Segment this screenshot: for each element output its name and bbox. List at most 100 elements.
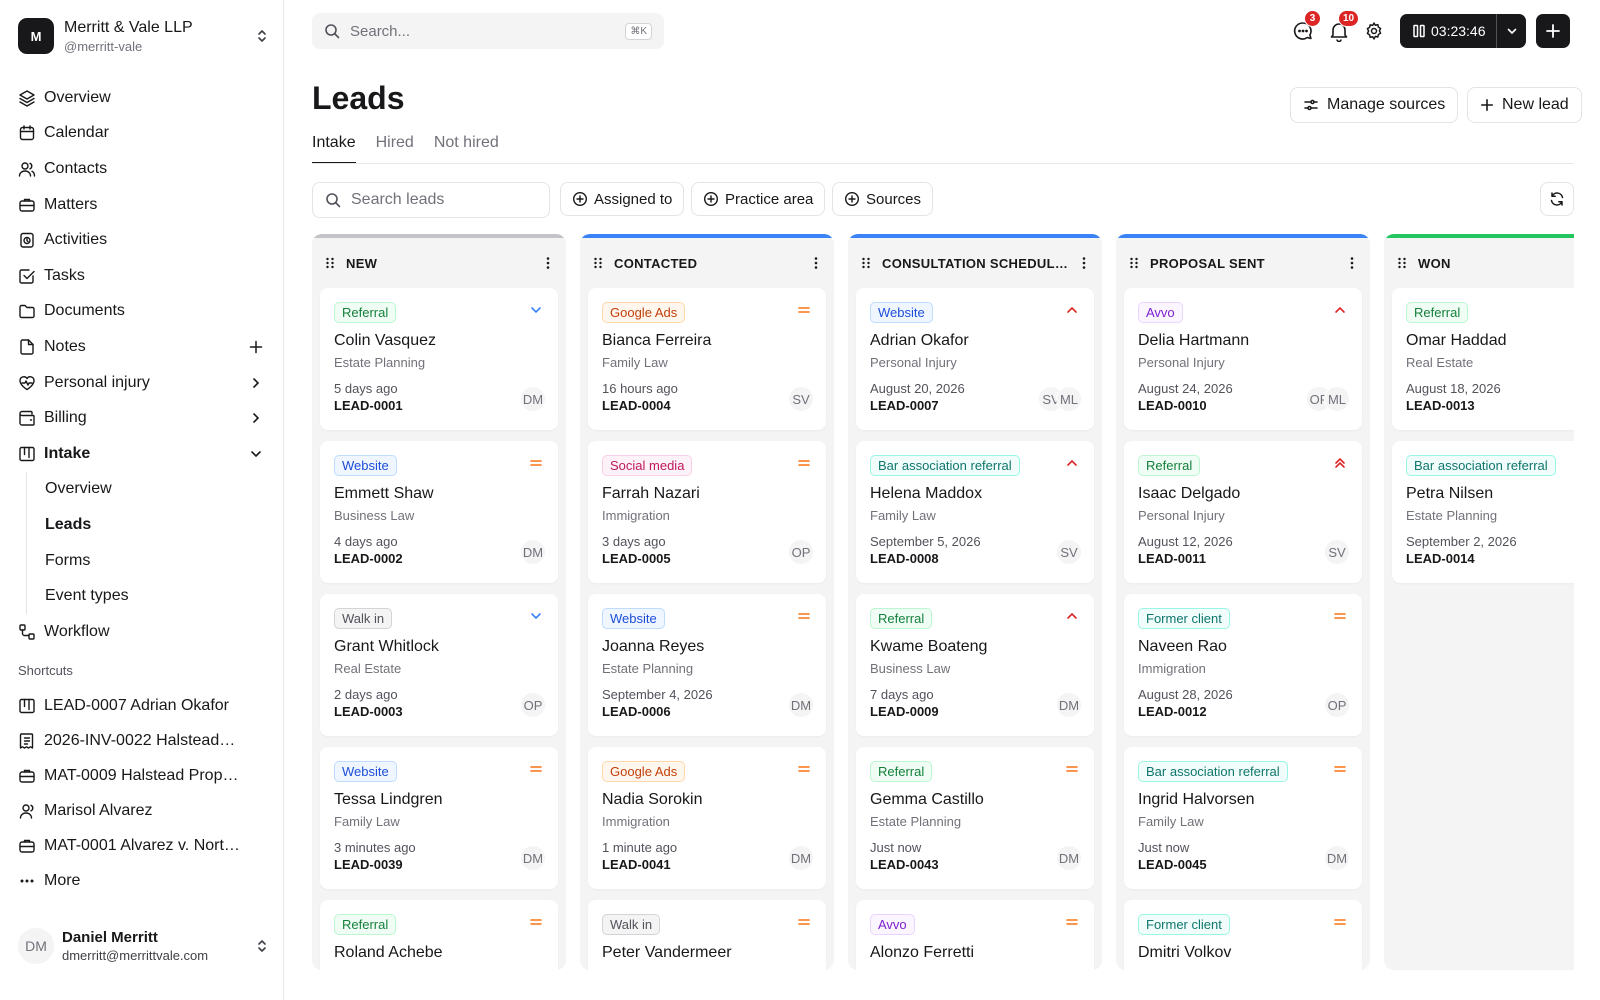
org-switcher[interactable]: M Merritt & Vale LLP @merritt-vale	[18, 16, 270, 56]
timer-dropdown-button[interactable]	[1496, 14, 1526, 48]
drag-handle-icon[interactable]	[324, 256, 336, 270]
lead-card[interactable]: Website Joanna Reyes Estate Planning Sep…	[588, 594, 826, 736]
sources-label: Sources	[866, 190, 922, 208]
sidebar-item-workflow[interactable]: Workflow	[18, 614, 270, 650]
practice-area-label: Practice area	[725, 190, 814, 208]
column-header: PROPOSAL SENT	[1116, 238, 1370, 288]
lead-card[interactable]: Website Emmett Shaw Business Law 4 days …	[320, 441, 558, 583]
shortcut-more[interactable]: More	[18, 863, 270, 898]
lead-date: 5 days ago	[334, 381, 398, 396]
lead-card[interactable]: Referral Omar Haddad Real Estate August …	[1392, 288, 1574, 430]
practice-area-filter[interactable]: Practice area	[691, 182, 826, 216]
sidebar-item-matters[interactable]: Matters	[18, 187, 270, 223]
lead-card[interactable]: Avvo Delia Hartmann Personal Injury Augu…	[1124, 288, 1362, 430]
lead-card[interactable]: Referral Gemma Castillo Estate Planning …	[856, 747, 1094, 889]
assignee-avatar: SV	[1056, 539, 1082, 565]
more-vertical-icon[interactable]	[1344, 255, 1360, 271]
sidebar-item-billing[interactable]: Billing	[18, 400, 270, 436]
lead-date: August 12, 2026	[1138, 534, 1233, 549]
assignee-avatar: DM	[520, 386, 546, 412]
drag-handle-icon[interactable]	[592, 256, 604, 270]
assignees: DM	[1324, 845, 1350, 871]
new-lead-button[interactable]: New lead	[1467, 87, 1582, 123]
lead-card[interactable]: Referral Colin Vasquez Estate Planning 5…	[320, 288, 558, 430]
intake-sub-event-types[interactable]: Event types	[45, 578, 270, 614]
lead-card[interactable]: Referral Isaac Delgado Personal Injury A…	[1124, 441, 1362, 583]
shortcut-2026-inv-0022-halstead[interactable]: 2026-INV-0022 Halstead…	[18, 723, 270, 758]
lead-card[interactable]: Social media Farrah Nazari Immigration 3…	[588, 441, 826, 583]
sources-filter[interactable]: Sources	[832, 182, 934, 216]
sidebar-item-contacts[interactable]: Contacts	[18, 151, 270, 187]
lead-card[interactable]: Referral Kwame Boateng Business Law 7 da…	[856, 594, 1094, 736]
lead-date: 1 minute ago	[602, 840, 678, 855]
timer-pause-button[interactable]: 03:23:46	[1400, 23, 1496, 39]
sidebar-item-trailing[interactable]	[248, 410, 264, 426]
shortcut-mat-0009-halstead-prop[interactable]: MAT-0009 Halstead Prop…	[18, 758, 270, 793]
tab-hired[interactable]: Hired	[376, 134, 414, 164]
shortcut-lead-0007-adrian-okafor[interactable]: LEAD-0007 Adrian Okafor	[18, 688, 270, 723]
sidebar-item-personal-injury[interactable]: Personal injury	[18, 365, 270, 401]
lead-card[interactable]: Avvo Alonzo Ferretti	[856, 900, 1094, 970]
lead-search-placeholder: Search leads	[351, 191, 445, 208]
messages-button[interactable]: 3	[1292, 10, 1321, 44]
refresh-button[interactable]	[1540, 182, 1574, 216]
global-search[interactable]: Search... ⌘K	[312, 13, 664, 49]
lead-name: Petra Nilsen	[1406, 485, 1494, 502]
shortcut-marisol-alvarez[interactable]: Marisol Alvarez	[18, 793, 270, 828]
drag-handle-icon[interactable]	[1128, 256, 1140, 270]
manage-sources-button[interactable]: Manage sources	[1290, 87, 1459, 123]
lead-card[interactable]: Google Ads Nadia Sorokin Immigration 1 m…	[588, 747, 826, 889]
search-icon	[326, 193, 341, 208]
intake-sub-leads[interactable]: Leads	[45, 507, 270, 543]
sidebar-item-trailing[interactable]	[248, 339, 264, 355]
lead-search-input[interactable]: Search leads	[312, 182, 550, 218]
lead-date: 4 days ago	[334, 534, 398, 549]
drag-handle-icon[interactable]	[860, 256, 872, 270]
sidebar-item-trailing[interactable]	[248, 375, 264, 391]
sidebar-item-activities[interactable]: Activities	[18, 222, 270, 258]
lead-card[interactable]: Bar association referral Ingrid Halvorse…	[1124, 747, 1362, 889]
assigned-to-filter[interactable]: Assigned to	[560, 182, 685, 216]
tab-intake[interactable]: Intake	[312, 134, 356, 164]
more-vertical-icon[interactable]	[808, 255, 824, 271]
plus-circle-icon	[703, 191, 719, 207]
practice-area: Immigration	[602, 814, 670, 829]
sidebar-item-calendar[interactable]: Calendar	[18, 116, 270, 152]
plus-icon	[249, 340, 263, 354]
invoice-icon-wrap	[18, 732, 36, 750]
intake-sub-overview[interactable]: Overview	[45, 472, 270, 508]
sidebar-item-trailing[interactable]	[248, 446, 264, 462]
lead-card[interactable]: Former client Dmitri Volkov	[1124, 900, 1362, 970]
sidebar-item-notes[interactable]: Notes	[18, 329, 270, 365]
lead-card[interactable]: Bar association referral Helena Maddox F…	[856, 441, 1094, 583]
intake-sub-forms[interactable]: Forms	[45, 543, 270, 579]
folder-icon	[19, 305, 35, 319]
lead-card[interactable]: Website Tessa Lindgren Family Law 3 minu…	[320, 747, 558, 889]
drag-handle-icon[interactable]	[1396, 256, 1408, 270]
plus-circle-icon	[844, 191, 860, 207]
lead-card[interactable]: Former client Naveen Rao Immigration Aug…	[1124, 594, 1362, 736]
tab-not-hired[interactable]: Not hired	[434, 134, 499, 164]
sidebar-item-tasks[interactable]: Tasks	[18, 258, 270, 294]
lead-name: Gemma Castillo	[870, 791, 984, 808]
lead-card[interactable]: Bar association referral Petra Nilsen Es…	[1392, 441, 1574, 583]
lead-id: LEAD-0009	[870, 704, 939, 719]
more-vertical-icon[interactable]	[540, 255, 556, 271]
quick-create-button[interactable]	[1536, 14, 1570, 48]
lead-card[interactable]: Walk in Peter Vandermeer	[588, 900, 826, 970]
shortcut-mat-0001-alvarez-v-nort[interactable]: MAT-0001 Alvarez v. Nort…	[18, 828, 270, 863]
lead-card[interactable]: Referral Roland Achebe	[320, 900, 558, 970]
sidebar-item-documents[interactable]: Documents	[18, 294, 270, 330]
kanban-icon	[19, 698, 35, 713]
user-icon	[19, 803, 34, 819]
sidebar-item-overview[interactable]: Overview	[18, 80, 270, 116]
lead-card[interactable]: Walk in Grant Whitlock Real Estate 2 day…	[320, 594, 558, 736]
settings-button[interactable]	[1364, 16, 1388, 44]
assignee-avatar: ML	[1324, 386, 1350, 412]
user-menu[interactable]: DM Daniel Merritt dmerritt@merrittvale.c…	[18, 924, 270, 968]
lead-card[interactable]: Google Ads Bianca Ferreira Family Law 16…	[588, 288, 826, 430]
sidebar-item-intake[interactable]: Intake	[18, 436, 270, 472]
lead-card[interactable]: Website Adrian Okafor Personal Injury Au…	[856, 288, 1094, 430]
notifications-button[interactable]: 10	[1328, 10, 1360, 44]
more-vertical-icon[interactable]	[1076, 255, 1092, 271]
